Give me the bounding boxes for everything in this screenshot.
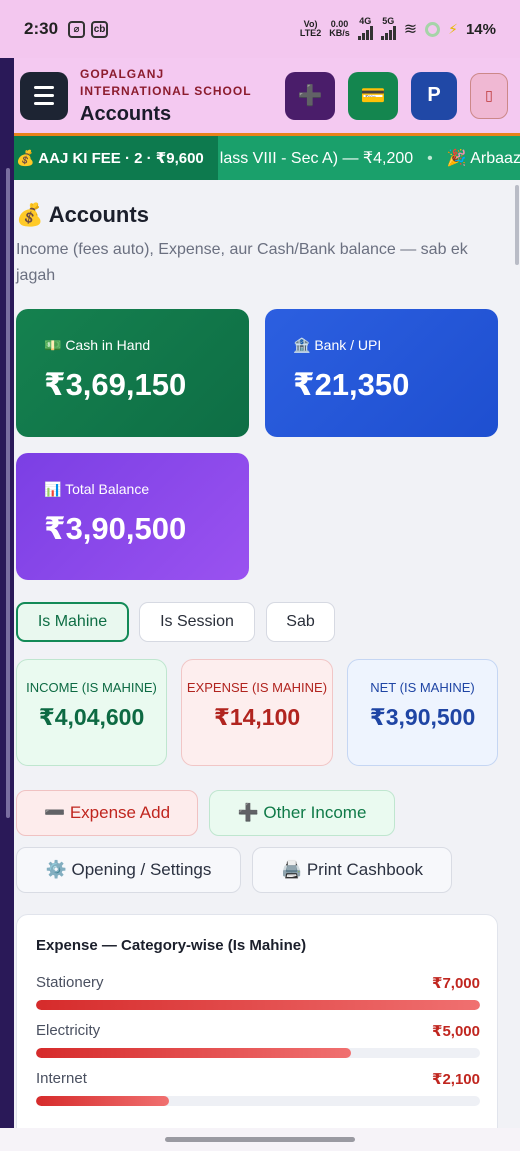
bank-upi-card[interactable]: 🏦 Bank / UPI ₹21,350 (265, 309, 498, 437)
print-cashbook-button[interactable]: 🖨️ Print Cashbook (252, 847, 452, 893)
net-label: NET (IS MAHINE) (370, 680, 475, 695)
opening-settings-button[interactable]: ⚙️ Opening / Settings (16, 847, 241, 893)
income-label: INCOME (IS MAHINE) (26, 680, 157, 695)
total-balance-card[interactable]: 📊 Total Balance ₹3,90,500 (16, 453, 249, 580)
category-bar-track (36, 1096, 480, 1106)
tab-sab[interactable]: Sab (266, 602, 335, 642)
net-value: ₹3,90,500 (369, 704, 476, 730)
ticker-label: 💰 AAJ KI FEE · 2 · ₹9,600 (14, 136, 218, 180)
expense-add-button[interactable]: ➖ Expense Add (16, 790, 198, 836)
network-speed: 0.00 KB/s (329, 19, 350, 38)
category-name: Electricity (36, 1022, 101, 1039)
ticker-separator: • (427, 150, 433, 167)
tab-is-session[interactable]: Is Session (139, 602, 255, 642)
expense-row: Electricity ₹5,000 (36, 1022, 480, 1058)
category-name: Internet (36, 1070, 87, 1087)
wifi-icon: ≋ (403, 20, 418, 38)
expense-row: Stationery ₹7,000 (36, 974, 480, 1010)
hamburger-icon (34, 86, 54, 89)
volte-indicator: Vo) LTE2 (299, 19, 322, 38)
section-subtitle: Income (fees auto), Expense, aur Cash/Ba… (16, 241, 468, 284)
total-value: ₹3,90,500 (44, 511, 187, 546)
section-heading: 💰 Accounts (16, 202, 149, 227)
cash-in-hand-card[interactable]: 💵 Cash in Hand ₹3,69,150 (16, 309, 249, 437)
category-bar-track (36, 1048, 480, 1058)
category-bar-fill (36, 1000, 480, 1010)
bank-label: 🏦 Bank / UPI (293, 337, 382, 353)
app-header: GOPALGANJ INTERNATIONAL SCHOOL Accounts … (14, 58, 520, 136)
category-amount: ₹7,000 (432, 975, 480, 992)
income-stat: INCOME (IS MAHINE) ₹4,04,600 (16, 659, 167, 766)
page-scrollbar[interactable] (515, 185, 519, 265)
income-value: ₹4,04,600 (38, 704, 145, 730)
signal-5g: 5G (380, 16, 396, 42)
add-button[interactable]: ➕ (285, 71, 335, 120)
status-bar: 2:30 ⌀ cb Vo) LTE2 0.00 KB/s 4G 5G ≋ ⚡ 14% (0, 0, 520, 58)
bank-value: ₹21,350 (293, 367, 410, 402)
cash-value: ₹3,69,150 (44, 367, 187, 402)
charging-icon: ⚡ (448, 20, 458, 37)
card-payment-button[interactable]: 💳 (348, 71, 398, 120)
expense-value: ₹14,100 (213, 704, 301, 730)
drawer-scroll-thumb (6, 168, 10, 818)
category-bar-fill (36, 1096, 170, 1106)
other-income-button[interactable]: ➕ Other Income (209, 790, 395, 836)
category-bar-fill (36, 1048, 352, 1058)
ticker-items: lass VIII - Sec A) — ₹4,200 • 🎉 Arbaaz (218, 148, 520, 168)
expense-row: Internet ₹2,100 (36, 1070, 480, 1106)
tab-is-mahine[interactable]: Is Mahine (16, 602, 129, 642)
profile-button[interactable]: P (411, 71, 457, 120)
category-amount: ₹5,000 (432, 1023, 480, 1040)
brand: GOPALGANJ INTERNATIONAL SCHOOL Accounts (80, 66, 275, 126)
status-right: Vo) LTE2 0.00 KB/s 4G 5G ≋ ⚡ 14% (299, 16, 496, 42)
expense-category-panel: Expense — Category-wise (Is Mahine) Stat… (16, 914, 498, 1128)
home-gesture-pill[interactable] (165, 1137, 355, 1142)
category-bar-track (36, 1000, 480, 1010)
data-saver-icon (425, 21, 441, 37)
net-stat: NET (IS MAHINE) ₹3,90,500 (347, 659, 498, 766)
main-content: 💰 Accounts Income (fees auto), Expense, … (14, 180, 508, 1128)
system-nav-bar (0, 1128, 520, 1151)
extra-button[interactable]: ▯ (470, 72, 508, 119)
side-drawer-edge (0, 58, 14, 1128)
cb-icon: cb (91, 20, 109, 38)
expense-label: EXPENSE (IS MAHINE) (186, 680, 328, 695)
expense-stat: EXPENSE (IS MAHINE) ₹14,100 (181, 659, 333, 766)
total-label: 📊 Total Balance (44, 481, 150, 497)
panel-title: Expense — Category-wise (Is Mahine) (36, 937, 307, 954)
cash-label: 💵 Cash in Hand (44, 337, 151, 353)
fee-ticker[interactable]: 💰 AAJ KI FEE · 2 · ₹9,600 lass VIII - Se… (14, 136, 520, 180)
school-name: GOPALGANJ INTERNATIONAL SCHOOL (80, 66, 252, 98)
menu-button[interactable] (20, 71, 68, 120)
ticker-item: lass VIII - Sec A) — ₹4,200 (219, 150, 414, 167)
category-amount: ₹2,100 (432, 1071, 480, 1088)
category-name: Stationery (36, 974, 104, 991)
battery-level: 14% (465, 20, 496, 38)
page-title: Accounts (80, 102, 172, 125)
ticker-item: 🎉 Arbaaz (446, 150, 520, 167)
signal-4g: 4G (357, 16, 373, 42)
link-icon: ⌀ (68, 20, 86, 38)
status-time: 2:30 (24, 19, 59, 38)
